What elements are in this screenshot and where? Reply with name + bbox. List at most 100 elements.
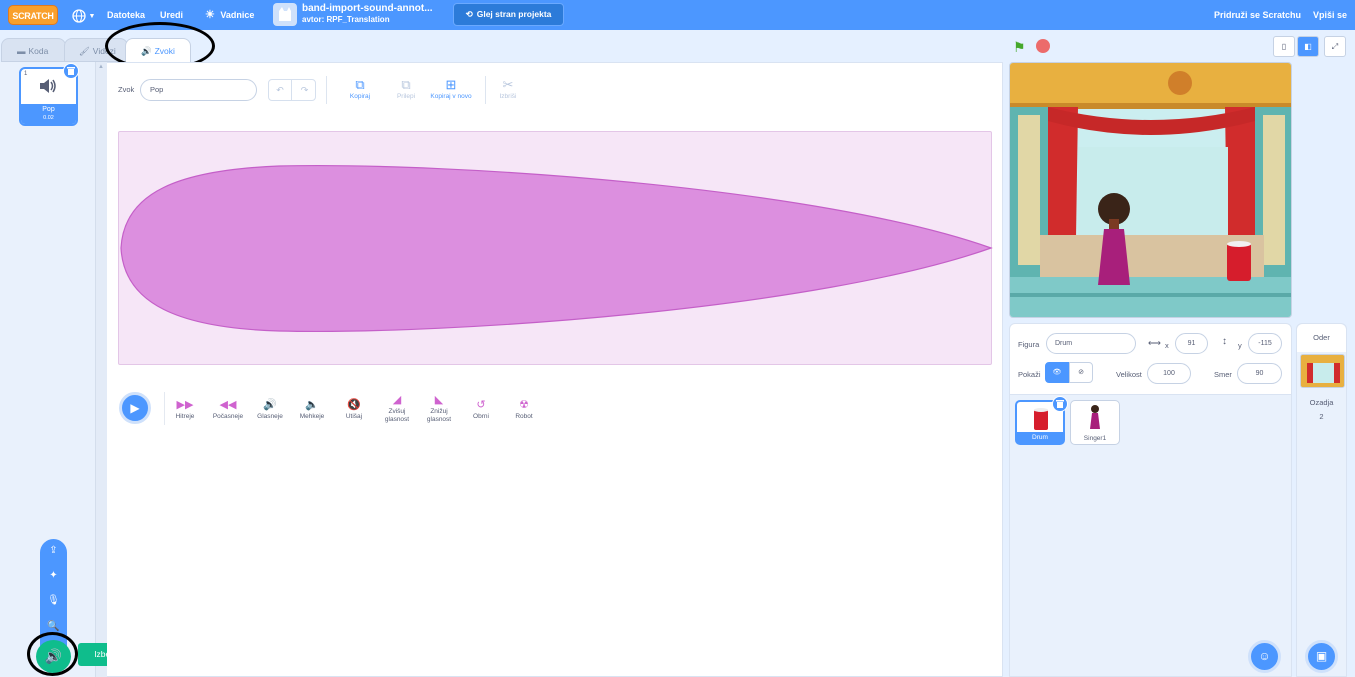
effect-softer[interactable]: 🔈 Mehkeje [292,398,332,421]
toolbar-divider [485,76,486,104]
scratch-logo[interactable]: SCRATCH [8,5,58,25]
sprite-name: Singer1 [1083,435,1107,442]
delete-label: Izbriši [499,93,517,100]
robot-icon: ☢ [519,399,529,411]
green-flag-icon: ⚑ [1013,39,1026,55]
undo-button[interactable]: ↶ [269,80,292,100]
add-sprite-icon: ☺ [1258,649,1271,663]
effect-softer-label: Mehkeje [299,413,325,420]
sound-index: 1 [24,71,28,77]
effect-faster-label: Hitreje [175,413,195,420]
waveform [120,164,993,332]
code-icon: ▬ [17,46,26,56]
effect-slower[interactable]: ◀◀ Počasneje [208,398,248,421]
direction-input[interactable]: 90 [1237,363,1282,384]
copy-to-new-button[interactable]: ⊞ Kopiraj v novo [426,77,476,100]
copy-to-new-icon: ⊞ [445,77,457,92]
tutorials-label: Vadnice [220,10,255,20]
sign-in-link[interactable]: Vpiši se [1313,0,1347,30]
play-icon: ▶ [130,401,140,415]
project-author: avtor: RPF_Translation [302,15,390,24]
effect-fade-in[interactable]: ◢ Zvišuj glasnost [377,393,417,424]
green-flag-button[interactable]: ⚑ [1013,39,1026,56]
project-thumbnail [273,3,297,26]
small-stage-button[interactable]: ▯ [1273,36,1295,57]
effect-fade-in-label: Zvišuj glasnost [384,408,410,423]
see-project-button[interactable]: ⟲ Glej stran projekta [453,3,564,26]
effect-mute-label: Utišaj [345,413,363,420]
stop-button[interactable] [1036,39,1050,53]
y-input[interactable]: -115 [1248,333,1282,354]
delete-button[interactable]: ✂ Izbriši [490,77,526,100]
effect-louder[interactable]: 🔊 Glasneje [250,398,290,421]
effect-faster[interactable]: ▶▶ Hitreje [165,398,205,421]
see-project-label: Glej stran projekta [476,9,552,19]
remix-icon: ⟲ [465,9,473,19]
sound-list-scrollbar[interactable]: ▲ [95,62,107,677]
fullscreen-button[interactable]: ⤢ [1324,36,1346,57]
paste-button[interactable]: ⧉ Prilepi [386,77,426,100]
tab-code[interactable]: ▬ Koda [1,38,66,62]
toolbar-divider [326,76,327,104]
effect-fade-out[interactable]: ◣ Znižuj glasnost [419,393,459,424]
effect-slower-label: Počasneje [212,413,244,420]
language-menu[interactable]: ▼ [72,0,95,30]
normal-stage-button[interactable]: ◧ [1297,36,1319,57]
trash-icon [67,67,75,75]
effect-mute[interactable]: 🔇 Utišaj [334,398,374,421]
undo-redo-group: ↶ ↷ [268,79,316,101]
effect-louder-label: Glasneje [257,413,283,420]
direction-label: Smer [1214,370,1232,379]
normal-stage-icon: ◧ [1304,42,1312,51]
redo-icon: ↷ [300,85,309,95]
sound-name: Pop [42,106,55,113]
stage-backdrop [1010,63,1291,317]
delete-sprite-button[interactable] [1052,396,1068,412]
sound-name-label: Zvok [118,85,135,94]
tutorials-menu[interactable]: ☀ Vadnice [205,0,254,30]
sprite-item-singer1[interactable]: Singer1 [1070,400,1120,445]
choose-sprite-button[interactable]: ☺ [1248,640,1281,673]
fullscreen-icon: ⤢ [1331,42,1339,51]
eye-icon: 👁 [1052,369,1062,376]
scroll-up-icon: ▲ [98,64,104,70]
x-input[interactable]: 91 [1175,333,1208,354]
lightbulb-icon: ☀ [205,9,215,21]
speaker-icon [38,78,58,99]
sound-name-band: Pop 0.02 [21,104,76,124]
backdrops-label: Ozadja [1309,398,1334,407]
show-sprite-button[interactable]: 👁 [1045,362,1069,383]
upload-sound-button[interactable]: ⇪ [40,539,67,563]
softer-icon: 🔈 [305,399,319,411]
join-scratch-link[interactable]: Pridruži se Scratchu [1214,0,1301,30]
backdrop-thumbnail[interactable] [1300,354,1345,388]
record-button[interactable]: 🎙 [40,589,67,613]
hide-sprite-button[interactable]: ⊘ [1069,362,1093,383]
small-stage-icon: ▯ [1281,42,1287,51]
waveform-area[interactable] [118,131,993,365]
eye-slash-icon: ⊘ [1078,369,1084,376]
reverse-icon: ↺ [476,399,486,411]
show-label: Pokaži [1018,370,1041,379]
choose-backdrop-button[interactable]: ▣ [1305,640,1338,673]
scissors-icon: ✂ [502,77,514,92]
surprise-button[interactable]: ✦ [40,564,67,588]
effect-robot[interactable]: ☢ Robot [504,398,544,421]
redo-button[interactable]: ↷ [293,80,316,100]
effect-reverse[interactable]: ↺ Obrni [461,398,501,421]
project-title[interactable]: band-import-sound-annot... [302,3,433,14]
sprite-name-input[interactable]: Drum [1046,333,1136,354]
annotation-circle-button [27,632,78,676]
delete-sound-button[interactable] [63,63,79,79]
menu-bar: SCRATCH ▼ Datoteka Uredi ☀ Vadnice band-… [0,0,1355,30]
stage-panel-title: Oder [1297,324,1346,352]
stage[interactable] [1009,62,1292,318]
fade-in-icon: ◢ [392,394,402,406]
surprise-icon: ✦ [49,570,58,581]
size-input[interactable]: 100 [1147,363,1191,384]
play-sound-button[interactable]: ▶ [119,392,151,424]
copy-button[interactable]: ⧉ Kopiraj [340,77,380,100]
faster-icon: ▶▶ [176,399,194,411]
y-label: y [1238,341,1242,350]
sound-name-input[interactable]: Pop [140,79,257,101]
